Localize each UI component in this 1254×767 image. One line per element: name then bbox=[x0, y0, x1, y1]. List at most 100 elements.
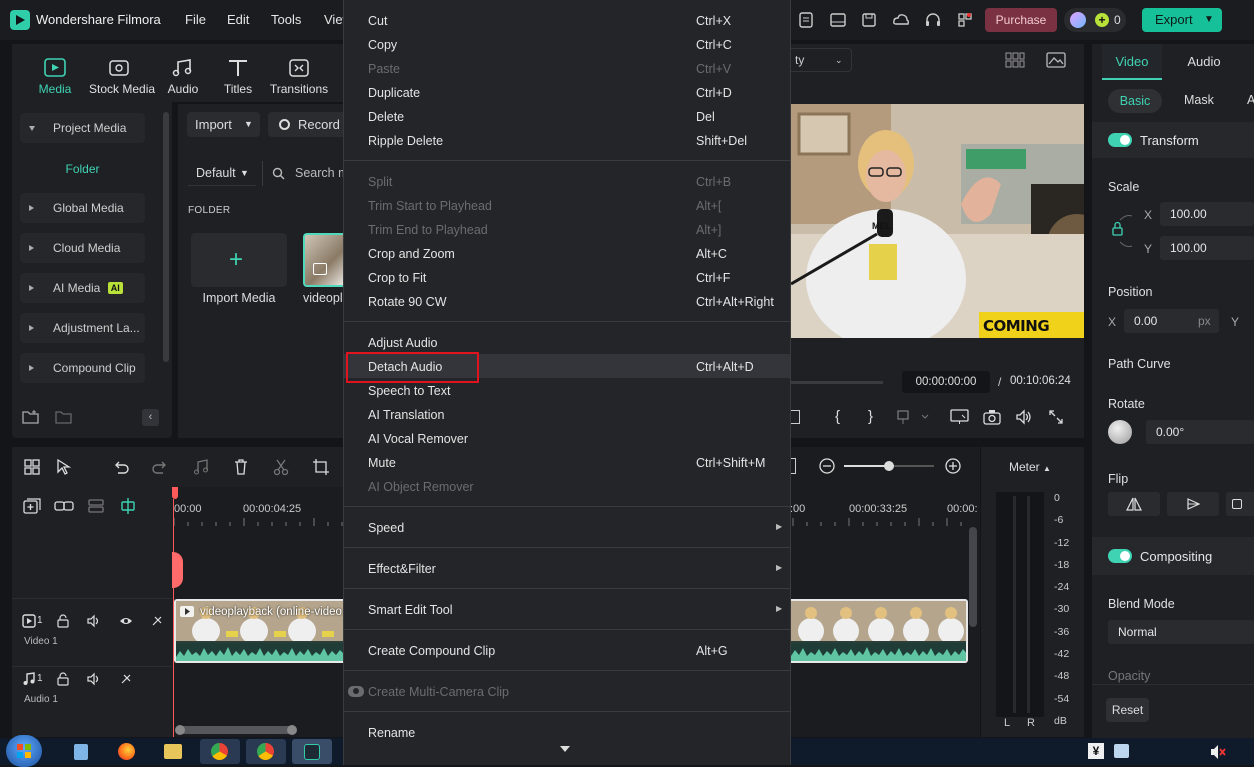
tray-network-icon[interactable] bbox=[1114, 744, 1129, 758]
snapshot-image-icon[interactable] bbox=[1046, 52, 1066, 68]
select-tool-icon[interactable] bbox=[55, 458, 73, 476]
feedback-icon[interactable] bbox=[797, 11, 815, 29]
sidebar-scrollbar[interactable] bbox=[163, 112, 169, 362]
menu-item-crop-and-zoom[interactable]: Crop and Zoom Alt+C bbox=[368, 247, 778, 261]
magnetic-snap-icon[interactable] bbox=[118, 497, 138, 515]
tab-transitions[interactable]: Transitions bbox=[269, 58, 329, 96]
sidebar-item-adjustment-layer[interactable]: Adjustment La... bbox=[20, 313, 145, 343]
sidebar-item-ai-media[interactable]: AI Media AI bbox=[20, 273, 145, 303]
sort-dropdown[interactable]: Default ▼ bbox=[188, 161, 256, 186]
support-headset-icon[interactable] bbox=[924, 11, 942, 29]
playback-progress-bar[interactable] bbox=[791, 381, 883, 384]
menu-scroll-down-icon[interactable] bbox=[560, 746, 570, 752]
menu-item-ai-vocal-remover[interactable]: AI Vocal Remover bbox=[368, 432, 778, 446]
scale-y-input[interactable]: 100.00 bbox=[1160, 236, 1254, 260]
inspector-tab-audio[interactable]: Audio bbox=[1174, 44, 1234, 80]
mark-out-icon[interactable]: } bbox=[868, 408, 873, 425]
search-box[interactable]: Search m bbox=[262, 161, 349, 186]
track-lock-icon[interactable] bbox=[56, 614, 70, 628]
menu-item-adjust-audio[interactable]: Adjust Audio bbox=[368, 336, 778, 350]
timeline-horizontal-scrollbar[interactable] bbox=[175, 725, 297, 735]
menu-item-copy[interactable]: Copy Ctrl+C bbox=[368, 38, 778, 52]
track-mute-icon[interactable] bbox=[150, 614, 164, 628]
notepad-taskbar-icon[interactable] bbox=[74, 744, 88, 760]
zoom-slider-handle[interactable] bbox=[884, 461, 894, 471]
firefox-taskbar-icon[interactable] bbox=[118, 743, 135, 760]
transform-toggle[interactable] bbox=[1108, 133, 1132, 147]
menu-item-crop-to-fit[interactable]: Crop to Fit Ctrl+F bbox=[368, 271, 778, 285]
redo-icon[interactable] bbox=[151, 458, 169, 476]
crop-icon[interactable] bbox=[312, 458, 330, 476]
video-clip[interactable]: videoplayback (online-video bbox=[174, 599, 343, 663]
menu-item-create-compound-clip[interactable]: Create Compound Clip Alt+G bbox=[368, 644, 778, 658]
menu-item-ripple-delete[interactable]: Ripple Delete Shift+Del bbox=[368, 134, 778, 148]
meter-title[interactable]: Meter ▲ bbox=[1009, 460, 1051, 474]
scroll-handle-end[interactable] bbox=[287, 725, 297, 735]
flip-vertical-button[interactable] bbox=[1167, 492, 1219, 516]
export-button[interactable]: Export ▼ bbox=[1142, 8, 1222, 32]
credits-pill[interactable]: + 0 bbox=[1064, 8, 1126, 32]
undo-icon[interactable] bbox=[112, 458, 130, 476]
track-volume-icon[interactable] bbox=[87, 672, 101, 686]
split-scissors-icon[interactable] bbox=[272, 458, 290, 476]
chrome-taskbar-button[interactable] bbox=[200, 739, 240, 764]
menu-file[interactable]: File bbox=[185, 12, 206, 27]
delete-trash-icon[interactable] bbox=[232, 458, 250, 476]
collapse-panel-button[interactable]: ‹ bbox=[142, 409, 159, 426]
mark-in-icon[interactable]: { bbox=[835, 408, 840, 425]
grid-view-icon[interactable] bbox=[1005, 52, 1025, 68]
inspector-tab-video[interactable]: Video bbox=[1102, 44, 1162, 80]
track-visibility-eye-icon[interactable] bbox=[119, 614, 133, 628]
layout-grid-icon[interactable] bbox=[23, 458, 41, 476]
new-folder-icon[interactable] bbox=[22, 409, 40, 425]
subtab-mask[interactable]: Mask bbox=[1184, 93, 1214, 107]
sidebar-item-project-media[interactable]: Project Media bbox=[20, 113, 145, 143]
playhead-marker-tab[interactable] bbox=[172, 552, 183, 588]
audio-beat-icon[interactable] bbox=[192, 458, 210, 476]
quality-dropdown[interactable]: ty ⌄ bbox=[791, 48, 852, 72]
menu-item-effect-filter[interactable]: Effect&Filter ▶ bbox=[368, 562, 782, 576]
flip-horizontal-button[interactable] bbox=[1108, 492, 1160, 516]
purchase-button[interactable]: Purchase bbox=[985, 8, 1057, 32]
menu-view[interactable]: View bbox=[324, 12, 343, 27]
save-icon[interactable] bbox=[860, 11, 878, 29]
menu-item-speed[interactable]: Speed ▶ bbox=[368, 521, 782, 535]
flip-more-button[interactable] bbox=[1226, 492, 1254, 516]
menu-item-detach-audio[interactable]: Detach Audio Ctrl+Alt+D bbox=[368, 360, 778, 374]
menu-item-speech-to-text[interactable]: Speech to Text bbox=[368, 384, 778, 398]
scale-x-input[interactable]: 100.00 bbox=[1160, 202, 1254, 226]
expand-fullscreen-icon[interactable] bbox=[1048, 409, 1064, 425]
menu-item-ai-translation[interactable]: AI Translation bbox=[368, 408, 778, 422]
insert-clip-icon[interactable] bbox=[896, 409, 932, 425]
menu-tools[interactable]: Tools bbox=[271, 12, 301, 27]
subtab-basic[interactable]: Basic bbox=[1108, 89, 1162, 113]
zoom-out-icon[interactable] bbox=[818, 457, 836, 475]
menu-item-rename[interactable]: Rename bbox=[368, 726, 778, 740]
tab-audio[interactable]: Audio bbox=[153, 58, 213, 96]
display-settings-icon[interactable] bbox=[950, 409, 970, 425]
reset-button[interactable]: Reset bbox=[1106, 698, 1149, 722]
track-mute-icon[interactable] bbox=[119, 672, 133, 686]
video-preview[interactable]: MEL COMING UP... bbox=[791, 104, 1084, 338]
menu-item-cut[interactable]: Cut Ctrl+X bbox=[368, 14, 778, 28]
apps-grid-icon[interactable] bbox=[956, 11, 974, 29]
folder-icon[interactable] bbox=[55, 409, 73, 425]
current-time[interactable]: 00:00:00:00 bbox=[902, 371, 990, 393]
track-manager-icon[interactable] bbox=[87, 498, 105, 514]
sidebar-item-cloud-media[interactable]: Cloud Media bbox=[20, 233, 145, 263]
subtab-ai[interactable]: A bbox=[1247, 93, 1254, 107]
add-track-icon[interactable] bbox=[23, 498, 41, 514]
track-lock-icon[interactable] bbox=[56, 672, 70, 686]
sidebar-item-global-media[interactable]: Global Media bbox=[20, 193, 145, 223]
video-clip-continued[interactable] bbox=[791, 599, 968, 663]
link-clip-icon[interactable] bbox=[54, 498, 74, 514]
scroll-handle-start[interactable] bbox=[175, 725, 185, 735]
camera-snapshot-icon[interactable] bbox=[983, 409, 1001, 425]
zoom-in-icon[interactable] bbox=[944, 457, 962, 475]
tab-media[interactable]: Media bbox=[25, 58, 85, 96]
sidebar-item-compound-clip[interactable]: Compound Clip bbox=[20, 353, 145, 383]
playhead-handle[interactable] bbox=[172, 487, 178, 499]
menu-item-smart-edit-tool[interactable]: Smart Edit Tool ▶ bbox=[368, 603, 782, 617]
fullscreen-toggle-icon[interactable] bbox=[791, 410, 800, 424]
tab-titles[interactable]: Titles bbox=[208, 58, 268, 96]
